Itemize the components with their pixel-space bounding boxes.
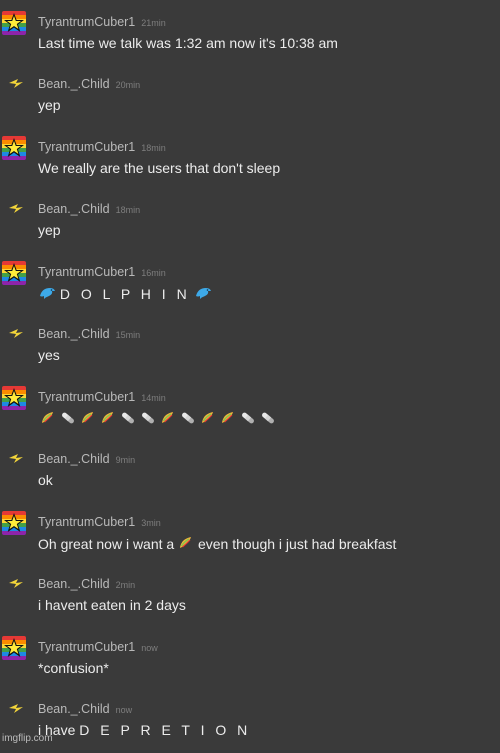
lightning-avatar-icon[interactable]	[6, 326, 26, 342]
rainbow-star-avatar-icon[interactable]	[2, 11, 26, 35]
taco-emoji-icon	[98, 410, 118, 429]
emoji-sequence	[38, 410, 278, 429]
message-text: i have D E P R E T I O N	[38, 722, 251, 738]
lightning-avatar-icon[interactable]	[6, 201, 26, 217]
message-username[interactable]: TyrantrumCuber1 14min	[38, 390, 166, 404]
rainbow-star-avatar-icon[interactable]	[2, 386, 26, 410]
lightning-avatar-icon[interactable]	[6, 701, 26, 717]
message-username[interactable]: TyrantrumCuber1 now	[38, 640, 158, 654]
message-timestamp: 9min	[115, 455, 136, 465]
taco-emoji-icon	[218, 410, 238, 429]
message-timestamp: now	[141, 643, 158, 653]
message-timestamp: 18min	[115, 205, 141, 215]
chat-message: Bean._.Child now i have D E P R E T I O N	[0, 691, 500, 753]
message-text: D O L P H I N	[38, 285, 212, 304]
message-username[interactable]: Bean._.Child now	[38, 702, 132, 716]
message-timestamp: 20min	[115, 80, 141, 90]
message-text-before: Oh great now i want a	[38, 536, 175, 552]
message-timestamp: 21min	[141, 18, 166, 28]
rainbow-star-avatar-icon[interactable]	[2, 511, 26, 535]
message-timestamp: 3min	[141, 518, 161, 528]
imgflip-watermark: imgflip.com	[2, 733, 53, 744]
pill-emoji-icon	[258, 410, 278, 429]
chat-message: TyrantrumCuber1 now *confusion*	[0, 629, 500, 691]
message-timestamp: 18min	[141, 143, 166, 153]
taco-emoji-icon	[78, 410, 98, 429]
message-username[interactable]: Bean._.Child 9min	[38, 452, 135, 466]
rainbow-star-avatar-icon[interactable]	[2, 261, 26, 285]
message-username[interactable]: Bean._.Child 20min	[38, 77, 140, 91]
message-text: yes	[38, 347, 60, 363]
taco-emoji-icon	[38, 410, 58, 429]
dolphin-emoji-icon	[38, 285, 56, 304]
message-username[interactable]: TyrantrumCuber1 21min	[38, 15, 166, 29]
taco-emoji-icon	[178, 535, 194, 554]
message-timestamp: now	[115, 705, 133, 715]
message-username[interactable]: Bean._.Child 18min	[38, 202, 140, 216]
message-text: Oh great now i want a even though i just…	[38, 535, 396, 554]
lightning-avatar-icon[interactable]	[6, 576, 26, 592]
message-text: yep	[38, 97, 61, 113]
message-username[interactable]: TyrantrumCuber1 18min	[38, 140, 166, 154]
chat-message: Bean._.Child 2min i havent eaten in 2 day…	[0, 566, 500, 628]
pill-emoji-icon	[118, 410, 138, 429]
message-text: We really are the users that don't sleep	[38, 160, 281, 176]
message-username[interactable]: TyrantrumCuber1 16min	[38, 265, 166, 279]
chat-message: Bean._.Child 18min yep	[0, 191, 500, 253]
message-timestamp: 16min	[141, 268, 166, 278]
message-text: ok	[38, 472, 53, 488]
pill-emoji-icon	[58, 410, 78, 429]
chat-message: Bean._.Child 15min yes	[0, 316, 500, 378]
chat-message: TyrantrumCuber1 21min Last time we talk w…	[0, 4, 500, 66]
pill-emoji-icon	[138, 410, 158, 429]
message-username[interactable]: Bean._.Child 15min	[38, 327, 140, 341]
message-timestamp: 15min	[115, 330, 141, 340]
chat-message: Bean._.Child 20min yep	[0, 66, 500, 128]
chat-message: Bean._.Child 9min ok	[0, 441, 500, 503]
message-timestamp: 14min	[141, 393, 166, 403]
chat-log: TyrantrumCuber1 21min Last time we talk w…	[0, 0, 500, 746]
rainbow-star-avatar-icon[interactable]	[2, 136, 26, 160]
chat-message: TyrantrumCuber1 18min We really are the u…	[0, 129, 500, 191]
dolphin-emoji-icon	[194, 285, 212, 304]
lightning-avatar-icon[interactable]	[6, 76, 26, 92]
message-spaced-text: D E P R E T I O N	[79, 722, 251, 738]
chat-message: TyrantrumCuber1 14min	[0, 379, 500, 441]
taco-emoji-icon	[158, 410, 178, 429]
lightning-avatar-icon[interactable]	[6, 451, 26, 467]
pill-emoji-icon	[178, 410, 198, 429]
chat-message: TyrantrumCuber1 3min Oh great now i want …	[0, 504, 500, 566]
pill-emoji-icon	[238, 410, 258, 429]
message-spaced-text: D O L P H I N	[59, 286, 191, 302]
message-text: Last time we talk was 1:32 am now it's 1…	[38, 35, 338, 51]
message-text: *confusion*	[38, 660, 109, 676]
message-text: i havent eaten in 2 days	[38, 597, 186, 613]
message-text-after: even though i just had breakfast	[197, 536, 397, 552]
message-timestamp: 2min	[115, 580, 136, 590]
rainbow-star-avatar-icon[interactable]	[2, 636, 26, 660]
taco-emoji-icon	[198, 410, 218, 429]
message-username[interactable]: TyrantrumCuber1 3min	[38, 515, 161, 529]
chat-message: TyrantrumCuber1 16min D O L P H I N	[0, 254, 500, 316]
message-text: yep	[38, 222, 61, 238]
message-username[interactable]: Bean._.Child 2min	[38, 577, 135, 591]
